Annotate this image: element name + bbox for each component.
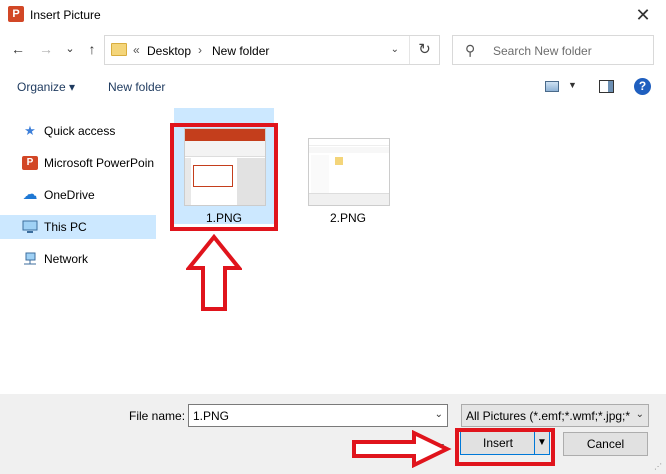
- sidebar-item-label: OneDrive: [44, 188, 95, 202]
- image-thumbnail: [308, 138, 390, 206]
- path-overflow-icon[interactable]: «: [133, 43, 140, 57]
- file-tile-2[interactable]: 2.PNG: [298, 108, 398, 228]
- bottom-panel: File name: 1.PNG ⌄ All Pictures (*.emf;*…: [0, 394, 666, 474]
- chevron-down-icon[interactable]: ⌄: [636, 409, 644, 420]
- breadcrumb-separator-icon[interactable]: ›: [198, 43, 202, 57]
- breadcrumb-desktop[interactable]: Desktop: [147, 44, 191, 58]
- file-type-filter-value: All Pictures (*.emf;*.wmf;*.jpg;*: [466, 409, 631, 423]
- address-dropdown-icon[interactable]: ⌄: [391, 44, 399, 55]
- sidebar-item-label: Network: [44, 252, 89, 266]
- annotation-highlight-box: [455, 428, 555, 466]
- recent-locations-chevron-icon[interactable]: ⌄: [62, 41, 78, 57]
- powerpoint-app-icon: P: [8, 6, 24, 22]
- annotation-highlight-box: [170, 123, 278, 231]
- powerpoint-icon: P: [22, 156, 38, 170]
- forward-arrow-icon[interactable]: →: [38, 41, 54, 57]
- sidebar-item-quick-access[interactable]: ★ Quick access: [0, 119, 156, 143]
- annotation-right-arrow-icon: [352, 430, 452, 468]
- search-input[interactable]: ⚲ Search New folder: [452, 35, 654, 65]
- star-icon: ★: [24, 123, 36, 138]
- navigation-row: ← → ⌄ ↑ « Desktop › New folder ⌄ ↻ ⚲ Sea…: [0, 33, 666, 67]
- folder-icon: [111, 43, 127, 56]
- search-placeholder: Search New folder: [493, 44, 592, 58]
- cancel-button[interactable]: Cancel: [563, 432, 648, 456]
- new-folder-button[interactable]: New folder: [108, 80, 165, 94]
- sidebar-item-this-pc[interactable]: This PC: [0, 215, 156, 239]
- sidebar-item-onedrive[interactable]: ☁ OneDrive: [0, 183, 156, 207]
- sidebar-item-label: Quick access: [44, 124, 116, 138]
- up-arrow-icon[interactable]: ↑: [84, 41, 100, 57]
- command-bar: Organize ▾ New folder ▼ ?: [0, 72, 666, 102]
- cloud-icon: ☁: [22, 186, 38, 203]
- navigation-pane: ★ Quick access P Microsoft PowerPoin ☁ O…: [0, 104, 156, 394]
- breadcrumb-new-folder[interactable]: New folder: [212, 44, 269, 58]
- title-bar: P Insert Picture ✕: [0, 0, 666, 30]
- file-name-field-label: File name:: [129, 409, 186, 423]
- preview-pane-icon[interactable]: [599, 80, 614, 93]
- sidebar-item-microsoft-powerpoint[interactable]: P Microsoft PowerPoin: [0, 151, 156, 175]
- annotation-up-arrow-icon: [186, 234, 242, 311]
- close-icon[interactable]: ✕: [620, 0, 666, 30]
- file-name-field[interactable]: 1.PNG ⌄: [188, 404, 448, 427]
- view-options-dropdown-icon[interactable]: ▼: [568, 80, 577, 90]
- organize-button[interactable]: Organize ▾: [17, 80, 75, 94]
- chevron-down-icon[interactable]: ⌄: [435, 409, 443, 420]
- sidebar-item-label: This PC: [44, 220, 87, 234]
- file-name-label: 2.PNG: [329, 211, 366, 225]
- refresh-icon[interactable]: ↻: [409, 36, 439, 64]
- computer-icon: [22, 220, 38, 234]
- help-icon[interactable]: ?: [634, 78, 651, 95]
- window-title: Insert Picture: [30, 8, 101, 22]
- back-arrow-icon[interactable]: ←: [10, 41, 26, 57]
- sidebar-item-network[interactable]: Network: [0, 247, 156, 271]
- sidebar-item-label: Microsoft PowerPoin: [44, 156, 155, 170]
- file-type-filter-select[interactable]: All Pictures (*.emf;*.wmf;*.jpg;* ⌄: [461, 404, 649, 427]
- network-icon: [22, 252, 38, 266]
- file-name-value: 1.PNG: [193, 409, 230, 423]
- resize-grip-icon[interactable]: ⋰: [654, 462, 664, 472]
- change-view-icon[interactable]: [545, 81, 559, 92]
- address-bar[interactable]: « Desktop › New folder ⌄ ↻: [104, 35, 440, 65]
- search-icon: ⚲: [465, 42, 476, 58]
